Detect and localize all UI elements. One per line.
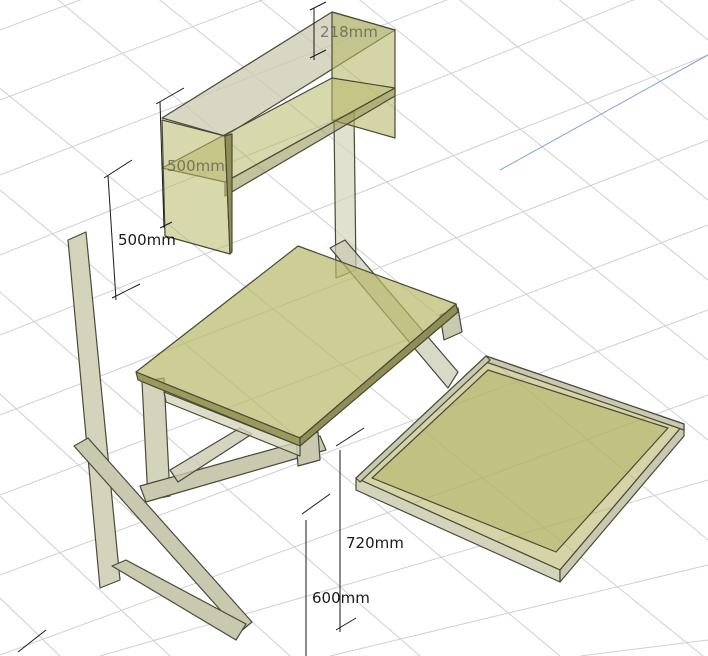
cad-viewport[interactable]: 218mm 500mm 500mm 720mm 600mm: [0, 0, 708, 656]
dim-label-side-height: 500mm: [118, 231, 176, 249]
tray-inner: [371, 369, 669, 553]
dim-label-seat-height: 600mm: [312, 589, 370, 607]
cad-drawing: 218mm 500mm 500mm 720mm 600mm: [0, 0, 708, 656]
dim-label-desk-height: 720mm: [346, 534, 404, 552]
dim-label-shelf-height: 218mm: [320, 23, 378, 41]
chair-back-post: [67, 231, 121, 589]
axis-line: [499, 54, 708, 171]
drawer-tray: [355, 355, 685, 583]
dim-label-hutch-height: 500mm: [167, 157, 225, 175]
hutch-unit: [161, 11, 396, 279]
